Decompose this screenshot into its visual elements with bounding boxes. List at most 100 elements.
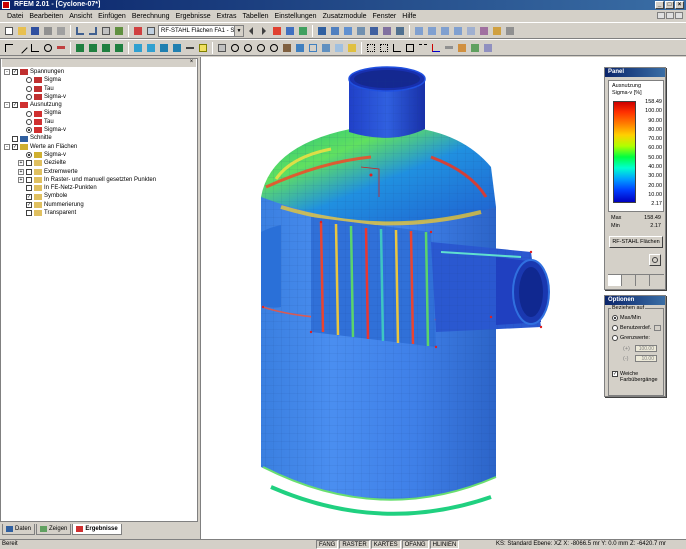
tree-item[interactable]: - ✓ Spannungen — [4, 68, 156, 76]
doc-restore-button[interactable] — [666, 12, 674, 19]
tab-daten[interactable]: Daten — [2, 524, 36, 535]
tree-item[interactable]: Sigma-v — [4, 93, 156, 101]
status-toggle-hlinien[interactable]: HLINIEN — [429, 540, 460, 549]
menu-bearbeiten[interactable]: Bearbeiten — [26, 13, 66, 20]
print-button[interactable] — [42, 25, 54, 37]
radio-maxmin[interactable]: Max/Min — [612, 315, 641, 321]
panel-settings-button[interactable] — [649, 254, 661, 266]
load-member-button[interactable] — [113, 42, 125, 54]
edit-icon[interactable] — [654, 325, 662, 331]
layers-button[interactable] — [482, 42, 494, 54]
solid-render-button[interactable] — [320, 42, 332, 54]
load-line-button[interactable] — [87, 42, 99, 54]
tab-ergebnisse[interactable]: Ergebnisse — [72, 524, 122, 535]
close-icon[interactable]: × — [188, 59, 195, 66]
lighting-button[interactable] — [346, 42, 358, 54]
window-layout-button[interactable] — [145, 25, 157, 37]
polyline-button[interactable] — [29, 42, 41, 54]
tree-radio[interactable] — [26, 127, 32, 134]
tree-item[interactable]: Tau — [4, 85, 156, 93]
surface-button[interactable] — [342, 25, 354, 37]
tree-item[interactable]: Tau — [4, 118, 156, 126]
menu-extras[interactable]: Extras — [214, 13, 240, 20]
save-button[interactable] — [29, 25, 41, 37]
coord-system-button[interactable] — [430, 42, 442, 54]
tree-radio[interactable] — [26, 110, 32, 117]
tree-item[interactable]: Sigma — [4, 76, 156, 84]
tree-checkbox[interactable] — [26, 160, 32, 167]
tree-checkbox[interactable]: ✓ — [12, 102, 18, 109]
rf-stahl-button[interactable]: RF-STAHL Flächen — [609, 236, 663, 248]
tree-radio[interactable] — [26, 77, 32, 84]
tree-checkbox[interactable]: ✓ — [26, 201, 32, 208]
zoom-all-button[interactable] — [242, 42, 254, 54]
tree-item[interactable]: - ✓ Ausnutzung — [4, 101, 156, 109]
panel-tab-colors[interactable] — [608, 275, 622, 286]
tree-item[interactable]: Sigma-v — [4, 126, 156, 134]
load-surface-button[interactable] — [100, 42, 112, 54]
tree-item[interactable]: Transparent — [4, 209, 156, 217]
close-button[interactable]: × — [675, 1, 684, 9]
tree-item[interactable]: + Extremwerte — [4, 168, 156, 176]
menu-berechnung[interactable]: Berechnung — [129, 13, 173, 20]
collapse-icon[interactable]: - — [4, 143, 10, 150]
tree-item[interactable]: Schnitte — [4, 134, 156, 142]
menu-hilfe[interactable]: Hilfe — [399, 13, 419, 20]
deform-button[interactable] — [297, 25, 309, 37]
measure-button[interactable] — [443, 42, 455, 54]
pan-button[interactable] — [281, 42, 293, 54]
solid-tool-button[interactable] — [158, 42, 170, 54]
smooth-transition-checkbox[interactable]: ✓ Weiche Farbübergänge — [612, 371, 658, 383]
undo-button[interactable] — [74, 25, 86, 37]
tree-checkbox[interactable]: ✓ — [26, 193, 32, 200]
menu-ansicht[interactable]: Ansicht — [66, 13, 95, 20]
mesh-refine-button[interactable] — [171, 42, 183, 54]
tree-item[interactable]: + Gezielte — [4, 159, 156, 167]
limit-plus-input[interactable]: 100.00 — [635, 345, 657, 352]
open-file-button[interactable] — [16, 25, 28, 37]
radio-limits[interactable]: Grenzwerte: — [612, 335, 650, 341]
expand-icon[interactable]: + — [18, 160, 24, 167]
legend-color-scale[interactable] — [613, 101, 636, 203]
maximize-button[interactable]: □ — [665, 1, 674, 9]
redo-button[interactable] — [87, 25, 99, 37]
prev-case-button[interactable] — [245, 25, 257, 37]
tree-item[interactable]: - ✓ Werte an Flächen — [4, 143, 156, 151]
calculate-button[interactable] — [113, 25, 125, 37]
member-button[interactable] — [55, 42, 67, 54]
tree-radio[interactable] — [26, 94, 32, 101]
table-view-button[interactable] — [216, 42, 228, 54]
line-draw-button[interactable] — [16, 41, 28, 54]
menu-fenster[interactable]: Fenster — [370, 13, 400, 20]
render-button[interactable] — [294, 42, 306, 54]
transparent-button[interactable] — [333, 42, 345, 54]
load-node-button[interactable] — [74, 42, 86, 54]
zoom-out-button[interactable] — [268, 42, 280, 54]
tree-checkbox[interactable] — [26, 177, 32, 183]
tree-radio[interactable] — [26, 152, 32, 159]
expand-icon[interactable]: + — [18, 168, 24, 175]
tree-item[interactable]: In FE-Netz-Punkten — [4, 184, 156, 192]
comment-button[interactable] — [197, 42, 209, 54]
radio-user-defined[interactable]: Benutzerdef. — [612, 325, 662, 331]
status-toggle-kartes[interactable]: KARTES — [370, 540, 401, 549]
menu-ergebnisse[interactable]: Ergebnisse — [173, 13, 214, 20]
menu-tabellen[interactable]: Tabellen — [239, 13, 271, 20]
next-case-button[interactable] — [258, 25, 270, 37]
module-select[interactable]: RF-STAHL Flächen FA1 - Spc ▼ — [158, 24, 244, 37]
minimize-button[interactable]: _ — [655, 1, 664, 9]
zoom-window-button[interactable] — [229, 42, 241, 54]
limit-minus-input[interactable]: 10.00 — [635, 355, 657, 362]
menu-zusatzmodule[interactable]: Zusatzmodule — [320, 13, 370, 20]
view-x-button[interactable] — [413, 25, 425, 37]
tree-checkbox[interactable]: ✓ — [12, 143, 18, 150]
menu-einfuegen[interactable]: Einfügen — [95, 13, 129, 20]
view-z-button[interactable] — [439, 25, 451, 37]
arc-button[interactable] — [42, 42, 54, 54]
status-toggle-raster[interactable]: RASTER — [339, 540, 370, 549]
snap-grid-button[interactable] — [378, 42, 390, 54]
hinge-button[interactable] — [381, 25, 393, 37]
mesh-button[interactable] — [394, 25, 406, 37]
pointer-button[interactable] — [3, 42, 15, 54]
doc-close-button[interactable] — [675, 12, 683, 19]
